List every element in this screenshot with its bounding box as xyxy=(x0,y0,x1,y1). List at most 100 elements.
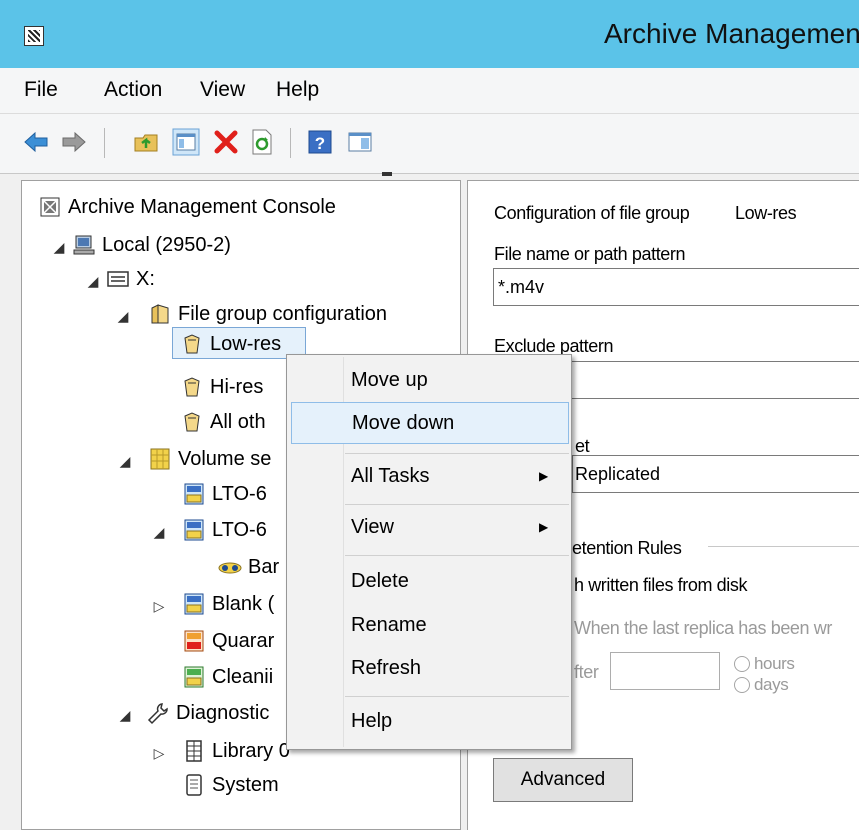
file-group-icon xyxy=(180,410,204,434)
tree-item-diagnostics[interactable]: Diagnostic xyxy=(146,696,269,730)
hours-label: hours xyxy=(754,654,795,673)
tree-item-label: X: xyxy=(136,267,155,290)
tree-item-blank[interactable]: Blank ( xyxy=(182,587,274,621)
show-hide-tree-icon[interactable] xyxy=(172,128,200,156)
expand-icon[interactable]: ▷ xyxy=(152,745,166,762)
after-label: fter xyxy=(574,662,599,682)
quarantine-volume-icon xyxy=(182,629,206,653)
collapse-icon[interactable]: ◢ xyxy=(52,239,66,256)
tree-item-label: Library 0 xyxy=(212,739,290,762)
file-group-icon xyxy=(148,302,172,326)
tree-item-label: LTO-6 xyxy=(212,482,267,505)
back-arrow-icon[interactable] xyxy=(22,128,50,156)
tree-item-lto6-a[interactable]: LTO-6 xyxy=(182,477,267,511)
tree-item-system[interactable]: System xyxy=(182,768,279,802)
computer-icon xyxy=(72,233,96,257)
menu-item-view[interactable]: View ▶ xyxy=(289,507,569,549)
menu-item-help[interactable]: Help xyxy=(289,701,569,743)
menu-item-move-up[interactable]: Move up xyxy=(289,360,569,402)
tree-item-label: Hi-res xyxy=(210,375,264,398)
tree-item-volume-sets[interactable]: Volume se xyxy=(148,442,271,476)
submenu-arrow-icon: ▶ xyxy=(539,520,549,534)
tree-item-label: Volume se xyxy=(178,447,272,470)
config-value: Low-res xyxy=(735,203,797,223)
menu-file[interactable]: File xyxy=(24,78,58,102)
tape-cartridge-icon xyxy=(218,555,242,579)
file-group-icon xyxy=(180,375,204,399)
menu-item-delete[interactable]: Delete xyxy=(289,561,569,603)
tree-item-drive[interactable]: X: xyxy=(106,262,155,296)
tree-item-file-group-configuration[interactable]: File group configuration xyxy=(148,297,387,331)
library-icon xyxy=(182,739,206,763)
menu-item-move-down[interactable]: Move down xyxy=(291,402,569,444)
config-label: Configuration of file group xyxy=(494,203,690,223)
delete-files-label: h written files from disk xyxy=(574,575,748,595)
collapse-icon[interactable]: ◢ xyxy=(116,308,130,325)
submenu-arrow-icon: ▶ xyxy=(539,469,549,483)
tree-item-cleaning[interactable]: Cleanii xyxy=(182,660,273,694)
set-select[interactable]: Replicated xyxy=(572,455,859,493)
tree-item-label: Low-res xyxy=(210,332,282,355)
tree-item-root[interactable]: Archive Management Console xyxy=(38,190,336,224)
pattern-label: File name or path pattern xyxy=(494,244,686,264)
tree-item-all-other[interactable]: All oth xyxy=(180,405,266,439)
hours-radio[interactable] xyxy=(734,656,750,672)
set-label: et xyxy=(575,436,590,456)
system-icon xyxy=(182,773,206,797)
collapse-icon[interactable]: ◢ xyxy=(86,273,100,290)
menu-item-all-tasks[interactable]: All Tasks ▶ xyxy=(289,456,569,498)
tree-item-hi-res[interactable]: Hi-res xyxy=(180,370,263,404)
menu-help[interactable]: Help xyxy=(276,78,319,102)
menu-separator xyxy=(345,555,569,556)
advanced-button[interactable]: Advanced xyxy=(493,758,633,802)
menu-action[interactable]: Action xyxy=(104,78,162,102)
tree-item-label: Archive Management Console xyxy=(68,195,336,218)
menu-separator xyxy=(345,453,569,454)
tree-item-label: Cleanii xyxy=(212,665,274,688)
svg-text:?: ? xyxy=(315,134,325,153)
collapse-icon[interactable]: ◢ xyxy=(118,707,132,724)
tree-item-local[interactable]: Local (2950-2) xyxy=(72,228,231,262)
menu-separator xyxy=(345,504,569,505)
pattern-input[interactable]: *.m4v xyxy=(493,268,859,306)
delete-icon[interactable] xyxy=(212,128,240,156)
tree-item-low-res[interactable]: Low-res xyxy=(180,327,281,361)
menu-bar: File Action View Help xyxy=(0,68,859,114)
tree-item-label: Bar xyxy=(248,555,280,578)
forward-arrow-icon[interactable] xyxy=(60,128,88,156)
tree-item-quarantine[interactable]: Quarar xyxy=(182,624,274,658)
expand-icon[interactable]: ▷ xyxy=(152,598,166,615)
collapse-icon[interactable]: ◢ xyxy=(118,453,132,470)
menu-item-refresh[interactable]: Refresh xyxy=(289,648,569,690)
app-icon[interactable] xyxy=(24,26,44,46)
pane-resize-marker xyxy=(382,172,392,176)
menu-view[interactable]: View xyxy=(200,78,245,102)
up-folder-icon[interactable] xyxy=(132,128,160,156)
tape-volume-icon xyxy=(182,592,206,616)
collapse-icon[interactable]: ◢ xyxy=(152,524,166,541)
window-title: Archive Management xyxy=(604,18,859,49)
retention-group-border xyxy=(708,546,859,547)
tree-item-label: Diagnostic xyxy=(176,701,270,724)
volume-sets-icon xyxy=(148,447,172,471)
tree-item-barcode[interactable]: Bar xyxy=(218,550,279,584)
tree-item-library[interactable]: Library 0 xyxy=(182,734,290,768)
title-bar: Archive Management xyxy=(0,0,859,68)
menu-item-rename[interactable]: Rename xyxy=(289,605,569,647)
cleaning-volume-icon xyxy=(182,665,206,689)
days-label: days xyxy=(754,675,789,694)
context-menu: Move up Move down All Tasks ▶ View ▶ Del… xyxy=(286,354,572,750)
after-value-input[interactable] xyxy=(610,652,720,690)
retention-rules-label: etention Rules xyxy=(572,538,682,558)
action-pane-icon[interactable] xyxy=(346,128,374,156)
tree-item-lto6-b[interactable]: LTO-6 xyxy=(182,513,267,547)
help-icon[interactable]: ? xyxy=(306,128,334,156)
days-radio[interactable] xyxy=(734,677,750,693)
toolbar-separator xyxy=(104,128,105,158)
refresh-icon[interactable] xyxy=(248,128,276,156)
toolbar: ? xyxy=(0,114,859,174)
console-icon xyxy=(38,195,62,219)
tree-item-label: All oth xyxy=(210,410,266,433)
tree-item-label: System xyxy=(212,773,279,796)
tree-item-label: Local (2950-2) xyxy=(102,233,231,256)
